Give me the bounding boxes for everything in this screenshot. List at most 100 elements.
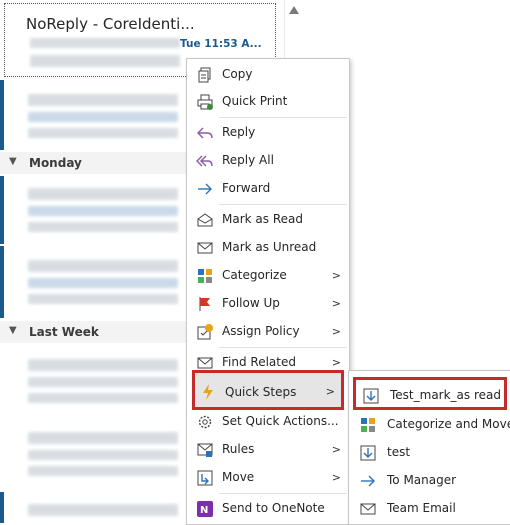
submenu-arrow-icon: > <box>331 297 341 310</box>
submenu-item-label: Test_mark_as read <box>390 388 501 402</box>
menu-item-copy[interactable]: Copy <box>187 62 349 88</box>
menu-item-mark-as-unread[interactable]: Mark as Unread <box>187 235 349 261</box>
submenu-item-test[interactable]: test <box>349 439 510 467</box>
quick-steps-submenu: Test_mark_as read Categorize and Move te… <box>348 370 510 525</box>
rules-icon <box>196 441 214 459</box>
menu-item-label: Rules <box>222 442 255 456</box>
menu-item-reply-all[interactable]: Reply All <box>187 148 349 174</box>
group-label: Monday <box>29 156 82 170</box>
menu-item-label: Mark as Unread <box>222 240 317 254</box>
menu-separator <box>219 347 347 348</box>
blurred-subject <box>28 206 178 216</box>
submenu-arrow-icon: > <box>325 385 335 398</box>
categorize-icon <box>196 267 214 285</box>
blurred-subject <box>28 112 178 122</box>
message-time: Tue 11:53 A... <box>180 38 262 50</box>
quick-step-icon <box>359 444 377 462</box>
menu-item-set-quick-actions[interactable]: Set Quick Actions... <box>187 409 349 435</box>
gear-icon <box>196 413 214 431</box>
menu-item-reply[interactable]: Reply <box>187 120 349 146</box>
submenu-item-label: Team Email <box>387 501 456 515</box>
blurred-preview <box>28 466 178 476</box>
blurred-sender <box>28 260 178 272</box>
menu-item-label: Copy <box>222 67 253 81</box>
menu-item-label: Send to OneNote <box>222 501 325 515</box>
onenote-icon: N <box>196 500 214 518</box>
collapse-chevron-icon: ▼ <box>9 156 17 167</box>
blurred-preview <box>28 222 178 232</box>
blurred-sender <box>28 504 178 516</box>
menu-separator <box>219 204 347 205</box>
unread-bar <box>0 246 4 318</box>
copy-icon <box>196 66 214 84</box>
blurred-sender <box>28 94 178 106</box>
menu-item-assign-policy[interactable]: Assign Policy > <box>187 319 349 345</box>
submenu-item-to-manager[interactable]: To Manager <box>349 467 510 495</box>
menu-item-label: Quick Steps <box>225 385 297 399</box>
submenu-item-team-email[interactable]: Team Email <box>349 495 510 523</box>
submenu-item-test-mark-as-read[interactable]: Test_mark_as read <box>353 377 507 410</box>
menu-item-label: Reply All <box>222 153 274 167</box>
menu-item-label: Reply <box>222 125 256 139</box>
blurred-subject <box>30 38 180 48</box>
blurred-preview <box>28 393 178 403</box>
submenu-item-categorize-and-move[interactable]: Categorize and Move <box>349 411 510 439</box>
submenu-arrow-icon: > <box>331 356 341 369</box>
menu-item-quick-steps[interactable]: Quick Steps > <box>192 370 344 410</box>
submenu-item-label: test <box>387 445 411 459</box>
group-label: Last Week <box>29 325 99 339</box>
blurred-preview <box>30 55 180 67</box>
menu-item-move[interactable]: Move > <box>187 465 349 491</box>
blurred-sender <box>28 188 178 200</box>
menu-item-follow-up[interactable]: Follow Up > <box>187 291 349 317</box>
reply-icon <box>196 124 214 142</box>
menu-item-label: Quick Print <box>222 94 288 108</box>
menu-item-label: Assign Policy <box>222 324 300 338</box>
categorize-icon <box>359 416 377 434</box>
menu-item-mark-as-read[interactable]: Mark as Read <box>187 207 349 233</box>
menu-item-send-to-onenote[interactable]: N Send to OneNote <box>187 496 349 522</box>
submenu-arrow-icon: > <box>331 325 341 338</box>
menu-item-label: Follow Up <box>222 296 280 310</box>
submenu-arrow-icon: > <box>331 269 341 282</box>
unread-bar <box>0 176 4 244</box>
menu-item-forward[interactable]: Forward <box>187 176 349 202</box>
quick-step-icon <box>362 387 380 405</box>
menu-item-rules[interactable]: Rules > <box>187 437 349 463</box>
menu-item-label: Categorize <box>222 268 287 282</box>
collapse-chevron-icon: ▼ <box>9 325 17 336</box>
blurred-preview <box>28 128 178 138</box>
menu-item-label: Mark as Read <box>222 212 303 226</box>
policy-icon <box>196 323 214 341</box>
unread-bar <box>0 80 4 150</box>
scroll-up-arrow-icon[interactable] <box>289 6 299 14</box>
move-icon <box>196 469 214 487</box>
blurred-preview <box>28 294 178 304</box>
forward-icon <box>359 472 377 490</box>
blurred-subject <box>28 377 178 387</box>
blurred-subject <box>28 278 178 288</box>
menu-item-label: Set Quick Actions... <box>222 414 339 428</box>
submenu-item-label: Categorize and Move <box>387 417 510 431</box>
submenu-arrow-icon: > <box>331 443 341 456</box>
print-icon <box>196 93 214 111</box>
menu-item-label: Forward <box>222 181 271 195</box>
message-sender: NoReply - CoreIdenti... <box>26 15 195 33</box>
menu-item-quick-print[interactable]: Quick Print <box>187 89 349 115</box>
blurred-sender <box>28 432 178 444</box>
flag-icon <box>196 295 214 313</box>
reply-all-icon <box>196 152 214 170</box>
unread-bar <box>0 492 4 523</box>
menu-item-categorize[interactable]: Categorize > <box>187 263 349 289</box>
menu-item-label: Find Related <box>222 355 296 369</box>
menu-item-label: Move <box>222 470 255 484</box>
submenu-item-label: To Manager <box>387 473 457 487</box>
mark-read-icon <box>196 211 214 229</box>
forward-icon <box>196 180 214 198</box>
context-menu: Copy Quick Print Reply Reply All Forward… <box>186 58 350 525</box>
blurred-sender <box>28 359 178 371</box>
quick-steps-icon <box>199 383 217 401</box>
menu-separator <box>219 117 347 118</box>
submenu-arrow-icon: > <box>331 471 341 484</box>
svg-text:N: N <box>200 505 208 516</box>
